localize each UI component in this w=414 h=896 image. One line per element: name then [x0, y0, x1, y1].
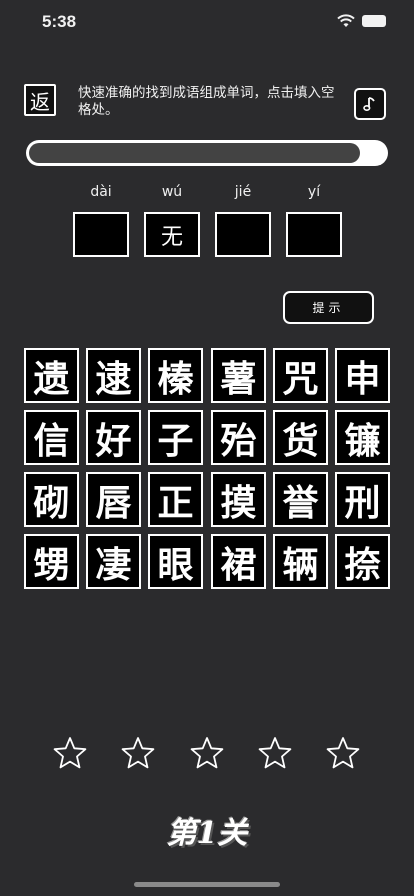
- music-toggle-button[interactable]: [354, 88, 386, 120]
- character-grid: 遗逮榛薯咒申信好子殆货镰砌唇正摸誉刑甥凄眼裙辆捺: [24, 348, 390, 589]
- character-tile[interactable]: 捺: [335, 534, 390, 589]
- character-tile[interactable]: 甥: [24, 534, 79, 589]
- level-title: 第1关: [166, 816, 248, 851]
- pinyin-label-4: yí: [307, 184, 321, 200]
- character-tile[interactable]: 镰: [335, 410, 390, 465]
- pinyin-label-2: wú: [161, 184, 183, 200]
- character-tile[interactable]: 咒: [273, 348, 328, 403]
- pinyin-label-3: jié: [234, 184, 252, 200]
- character-tile[interactable]: 唇: [86, 472, 141, 527]
- home-indicator: [134, 882, 280, 887]
- character-tile[interactable]: 誉: [273, 472, 328, 527]
- character-tile[interactable]: 榛: [148, 348, 203, 403]
- character-tile[interactable]: 逮: [86, 348, 141, 403]
- character-tile[interactable]: 裙: [211, 534, 266, 589]
- character-tile[interactable]: 申: [335, 348, 390, 403]
- character-tile[interactable]: 信: [24, 410, 79, 465]
- character-tile[interactable]: 子: [148, 410, 203, 465]
- progress-bar: [26, 140, 388, 166]
- answer-slot-1[interactable]: [73, 212, 129, 257]
- pinyin-label-1: dài: [90, 184, 112, 200]
- character-tile[interactable]: 眼: [148, 534, 203, 589]
- star-icon: [53, 737, 87, 769]
- character-tile[interactable]: 薯: [211, 348, 266, 403]
- character-tile[interactable]: 货: [273, 410, 328, 465]
- progress-fill: [29, 143, 360, 163]
- star-icon: [121, 737, 155, 769]
- answer-slot-4[interactable]: [286, 212, 342, 257]
- answer-slot-3[interactable]: [215, 212, 271, 257]
- character-tile[interactable]: 好: [86, 410, 141, 465]
- status-bar: 5:38: [0, 0, 414, 46]
- star-icon: [326, 737, 360, 769]
- character-tile[interactable]: 刑: [335, 472, 390, 527]
- character-tile[interactable]: 砌: [24, 472, 79, 527]
- character-tile[interactable]: 遗: [24, 348, 79, 403]
- instructions-text: 快速准确的找到成语组成单词，点击填入空格处。: [78, 85, 335, 118]
- character-tile[interactable]: 摸: [211, 472, 266, 527]
- star-icon: [258, 737, 292, 769]
- character-tile[interactable]: 凄: [86, 534, 141, 589]
- wifi-icon: [337, 14, 355, 27]
- character-tile[interactable]: 殆: [211, 410, 266, 465]
- back-button[interactable]: 返: [24, 84, 56, 116]
- status-time: 5:38: [42, 12, 77, 31]
- answer-slot-2[interactable]: 无: [144, 212, 200, 257]
- star-icon: [190, 737, 224, 769]
- music-note-icon: [363, 97, 375, 112]
- character-tile[interactable]: 辆: [273, 534, 328, 589]
- hint-button[interactable]: 提示: [283, 291, 374, 324]
- battery-icon: [362, 15, 386, 27]
- character-tile[interactable]: 正: [148, 472, 203, 527]
